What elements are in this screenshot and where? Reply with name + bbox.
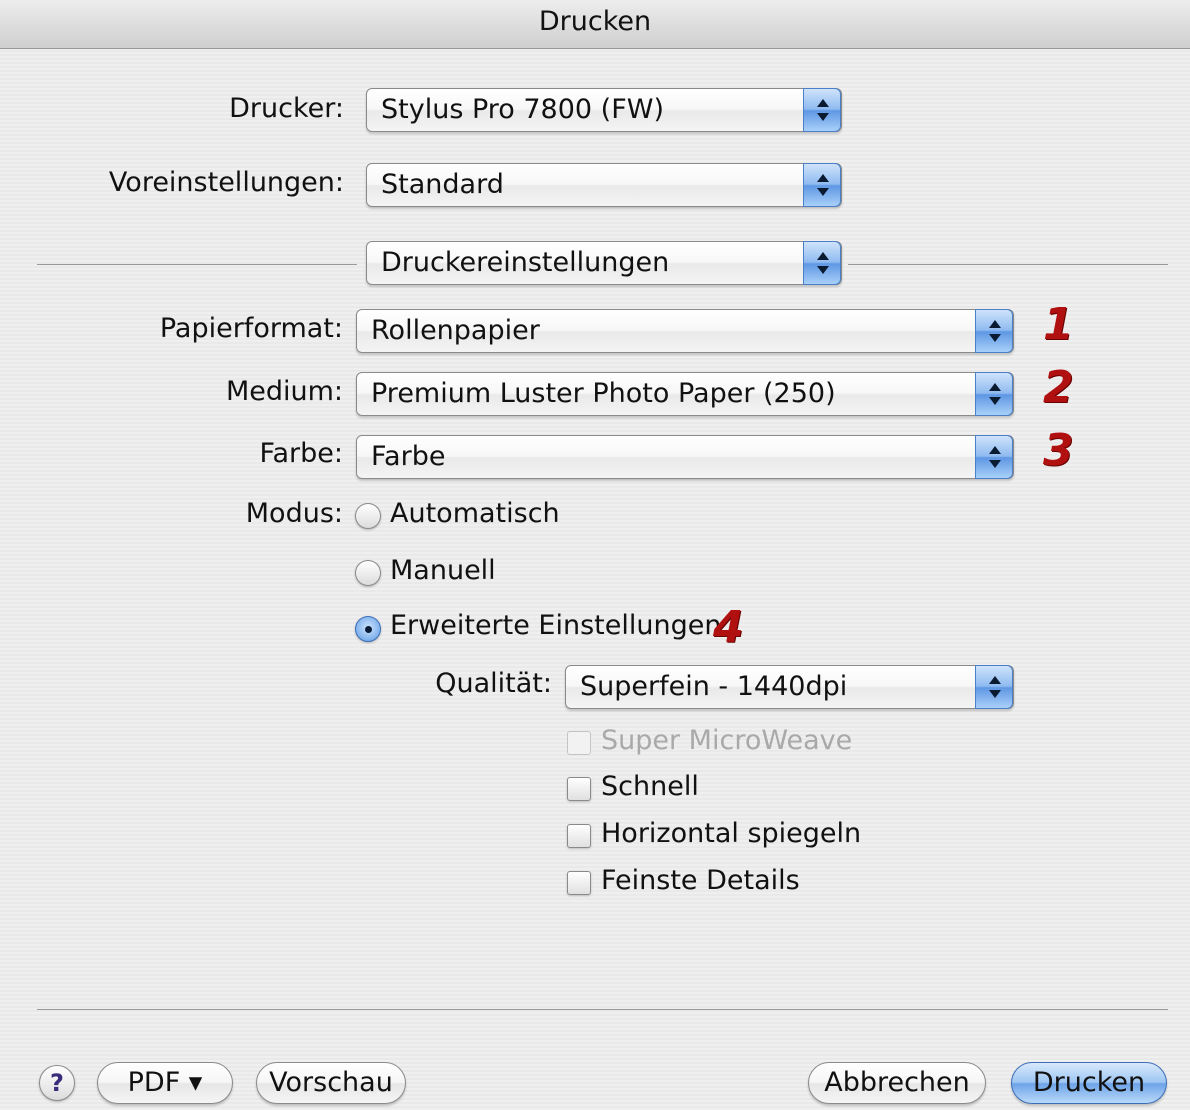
quality-label: Qualität:: [435, 668, 552, 699]
presets-popup[interactable]: Standard: [366, 163, 842, 207]
checkbox-label-finest-details[interactable]: Feinste Details: [601, 865, 800, 896]
popup-arrows-icon: [803, 241, 841, 285]
popup-arrows-icon: [975, 372, 1013, 416]
popup-arrows-icon: [803, 163, 841, 207]
panel-popup[interactable]: Druckereinstellungen: [366, 241, 842, 285]
presets-value: Standard: [381, 169, 504, 200]
checkbox-finest-details[interactable]: [567, 871, 591, 895]
mode-radio-manual[interactable]: [355, 560, 381, 586]
footer-separator: [37, 1009, 1168, 1010]
pdf-button[interactable]: PDF ▾: [97, 1062, 233, 1104]
checkbox-label-schnell[interactable]: Schnell: [601, 771, 699, 802]
mode-option-automatic[interactable]: Automatisch: [390, 498, 560, 529]
cancel-button[interactable]: Abbrechen: [808, 1062, 986, 1104]
popup-arrows-icon: [975, 435, 1013, 479]
quality-popup[interactable]: Superfein - 1440dpi: [565, 665, 1014, 709]
popup-arrows-icon: [975, 309, 1013, 353]
checkbox-schnell[interactable]: [567, 777, 591, 801]
window-title: Drucken: [0, 0, 1190, 49]
separator-left: [37, 264, 357, 265]
popup-arrows-icon: [975, 665, 1013, 709]
mode-label: Modus:: [245, 498, 343, 529]
checkbox-horizontal-mirror[interactable]: [567, 824, 591, 848]
checkbox-super-microweave: [567, 731, 591, 755]
color-label: Farbe:: [259, 438, 343, 469]
printer-label: Drucker:: [229, 93, 344, 124]
presets-label: Voreinstellungen:: [108, 167, 344, 198]
medium-value: Premium Luster Photo Paper (250): [371, 378, 836, 409]
color-popup[interactable]: Farbe: [356, 435, 1014, 479]
mode-option-advanced[interactable]: Erweiterte Einstellungen: [390, 610, 721, 641]
checkbox-label-super-microweave: Super MicroWeave: [601, 725, 853, 756]
help-button[interactable]: ?: [39, 1065, 75, 1101]
print-button[interactable]: Drucken: [1011, 1062, 1167, 1104]
medium-popup[interactable]: Premium Luster Photo Paper (250): [356, 372, 1014, 416]
radio-dot-icon: [365, 626, 372, 633]
quality-value: Superfein - 1440dpi: [580, 671, 848, 702]
printer-popup[interactable]: Stylus Pro 7800 (FW): [366, 88, 842, 132]
panel-value: Druckereinstellungen: [381, 247, 670, 278]
separator-right: [848, 264, 1168, 265]
printer-value: Stylus Pro 7800 (FW): [381, 94, 664, 125]
medium-label: Medium:: [225, 376, 343, 407]
checkbox-label-horizontal-mirror[interactable]: Horizontal spiegeln: [601, 818, 861, 849]
paper-format-label: Papierformat:: [159, 313, 343, 344]
mode-radio-automatic[interactable]: [355, 503, 381, 529]
annotation-marker-4: 4: [713, 602, 744, 653]
annotation-marker-3: 3: [1043, 425, 1074, 476]
color-value: Farbe: [371, 441, 446, 472]
mode-radio-advanced[interactable]: [355, 616, 381, 642]
preview-button[interactable]: Vorschau: [256, 1062, 406, 1104]
popup-arrows-icon: [803, 88, 841, 132]
annotation-marker-1: 1: [1043, 299, 1074, 350]
mode-option-manual[interactable]: Manuell: [390, 555, 496, 586]
paper-format-value: Rollenpapier: [371, 315, 540, 346]
paper-format-popup[interactable]: Rollenpapier: [356, 309, 1014, 353]
annotation-marker-2: 2: [1043, 362, 1074, 413]
